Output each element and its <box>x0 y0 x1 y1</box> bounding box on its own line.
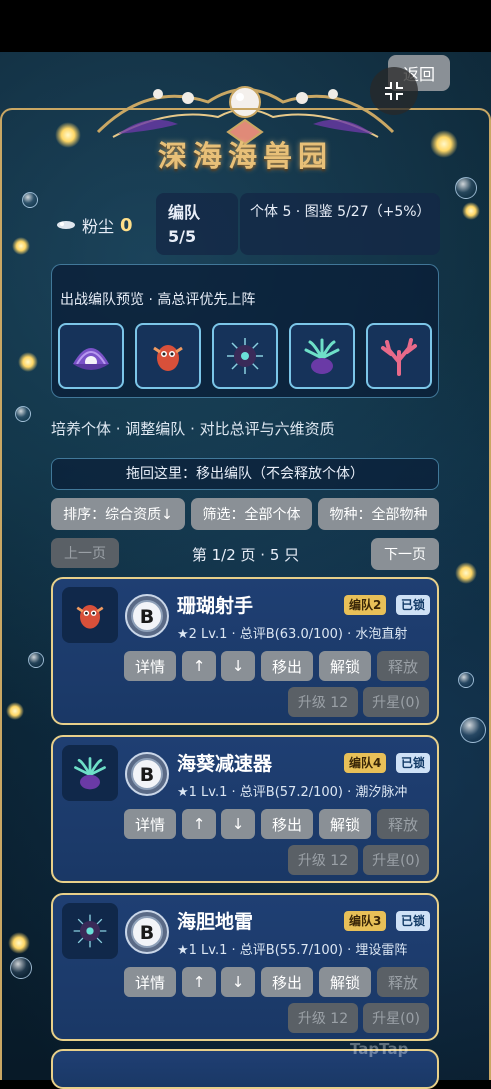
team-preview: 出战编队预览 · 高总评优先上阵 <box>51 264 439 398</box>
move-down-button[interactable]: ↓ <box>221 651 255 681</box>
dust-label: 粉尘 <box>82 217 115 236</box>
creature-meta: ★1 Lv.1 · 总评B(55.7/100) · 埋设雷阵 <box>177 943 408 958</box>
sea-urchin-icon <box>73 914 107 948</box>
status-bar <box>0 0 491 52</box>
preview-label: 出战编队预览 · 高总评优先上阵 <box>60 292 256 308</box>
lock-tag: 已锁 <box>396 595 431 615</box>
team-tag: 编队2 <box>344 595 387 615</box>
team-slot-2[interactable] <box>135 323 201 389</box>
creature-thumbnail <box>62 745 118 801</box>
filter-button[interactable]: 筛选：全部个体 <box>191 498 312 530</box>
anemone-icon <box>304 338 340 374</box>
upgrade-button[interactable]: 升级 12 <box>288 687 358 717</box>
fullscreen-icon[interactable] <box>370 67 418 115</box>
grade-b-badge-icon: B <box>125 752 169 796</box>
creature-name: 珊瑚射手 <box>177 595 254 617</box>
dust-stat: 粉尘 0 <box>56 213 133 237</box>
move-up-button[interactable]: ↑ <box>182 809 216 839</box>
move-down-button[interactable]: ↓ <box>221 967 255 997</box>
unlock-button[interactable]: 解锁 <box>319 651 371 681</box>
team-label: 编队 <box>168 203 201 222</box>
team-value: 5/5 <box>168 227 197 246</box>
svg-text:B: B <box>140 606 154 628</box>
creature-thumbnail <box>62 903 118 959</box>
sort-button[interactable]: 排序：综合资质↓ <box>51 498 185 530</box>
next-page-button[interactable]: 下一页 <box>371 538 439 570</box>
sea-urchin-icon <box>227 338 263 374</box>
svg-text:B: B <box>140 922 154 944</box>
star-up-button[interactable]: 升星(0) <box>363 1003 429 1033</box>
page-title: 深海海兽园 <box>157 139 333 173</box>
creature-card[interactable]: B 海胆地雷 编队3 已锁 ★1 Lv.1 · 总评B(55.7/100) · … <box>51 893 439 1041</box>
collection-info: 个体 5 · 图鉴 5/27（+5%） <box>240 193 440 255</box>
team-count-box: 编队 5/5 <box>156 193 238 255</box>
unlock-button[interactable]: 解锁 <box>319 967 371 997</box>
team-slot-5[interactable] <box>366 323 432 389</box>
release-button[interactable]: 释放 <box>377 651 429 681</box>
remove-button[interactable]: 移出 <box>261 809 313 839</box>
species-button[interactable]: 物种：全部物种 <box>318 498 439 530</box>
watermark: TapTap <box>350 1040 409 1058</box>
move-up-button[interactable]: ↑ <box>182 967 216 997</box>
team-slot-3[interactable] <box>212 323 278 389</box>
lock-tag: 已锁 <box>396 911 431 931</box>
grade-b-badge-icon: B <box>125 594 169 638</box>
remove-button[interactable]: 移出 <box>261 967 313 997</box>
creature-card[interactable]: B 珊瑚射手 编队2 已锁 ★2 Lv.1 · 总评B(63.0/100) · … <box>51 577 439 725</box>
team-tag: 编队4 <box>344 753 387 773</box>
star-up-button[interactable]: 升星(0) <box>363 687 429 717</box>
remove-drop-zone[interactable]: 拖回这里：移出编队（不会释放个体） <box>51 458 439 490</box>
team-slot-1[interactable] <box>58 323 124 389</box>
creature-card[interactable]: B 海葵减速器 编队4 已锁 ★1 Lv.1 · 总评B(57.2/100) ·… <box>51 735 439 883</box>
creature-meta: ★2 Lv.1 · 总评B(63.0/100) · 水泡直射 <box>177 627 408 642</box>
team-slot-4[interactable] <box>289 323 355 389</box>
creature-thumbnail <box>62 587 118 643</box>
hint-text: 培养个体 · 调整编队 · 对比总评与六维资质 <box>51 420 335 438</box>
move-down-button[interactable]: ↓ <box>221 809 255 839</box>
upgrade-button[interactable]: 升级 12 <box>288 845 358 875</box>
remove-button[interactable]: 移出 <box>261 651 313 681</box>
pearl-icon <box>57 221 75 229</box>
svg-text:B: B <box>140 764 154 786</box>
detail-button[interactable]: 详情 <box>124 651 176 681</box>
coral-icon <box>381 338 417 376</box>
coral-shooter-icon <box>76 605 104 629</box>
star-up-button[interactable]: 升星(0) <box>363 845 429 875</box>
grade-b-badge-icon: B <box>125 910 169 954</box>
anemone-icon <box>74 757 106 790</box>
creature-meta: ★1 Lv.1 · 总评B(57.2/100) · 潮汐脉冲 <box>177 785 408 800</box>
lock-tag: 已锁 <box>396 753 431 773</box>
team-tag: 编队3 <box>344 911 387 931</box>
dust-value: 0 <box>120 214 133 236</box>
detail-button[interactable]: 详情 <box>124 809 176 839</box>
clam-icon <box>73 348 109 370</box>
release-button[interactable]: 释放 <box>377 967 429 997</box>
release-button[interactable]: 释放 <box>377 809 429 839</box>
detail-button[interactable]: 详情 <box>124 967 176 997</box>
upgrade-button[interactable]: 升级 12 <box>288 1003 358 1033</box>
creature-name: 海胆地雷 <box>177 911 254 933</box>
red-sea-creature-icon <box>153 345 183 371</box>
creature-name: 海葵减速器 <box>177 753 273 775</box>
move-up-button[interactable]: ↑ <box>182 651 216 681</box>
unlock-button[interactable]: 解锁 <box>319 809 371 839</box>
